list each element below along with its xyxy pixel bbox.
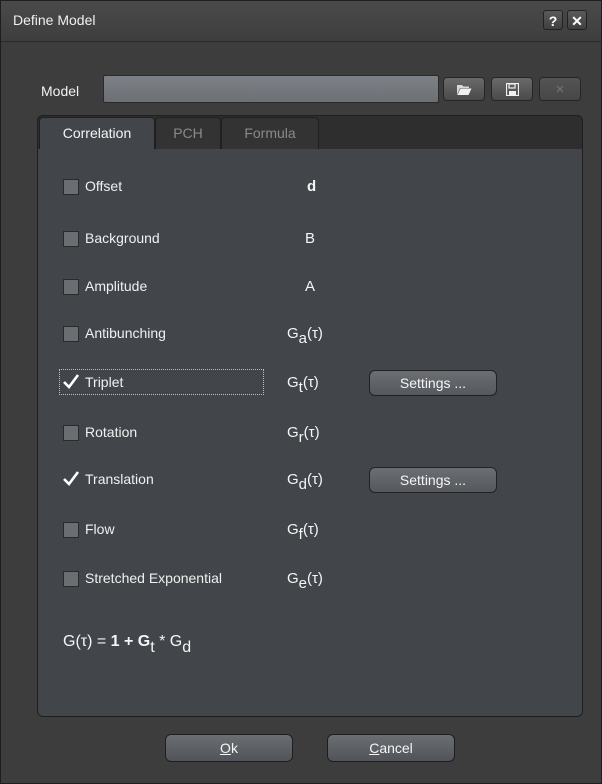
background-checkbox[interactable] [63,231,79,247]
component-row-rotation: Rotation Gr(τ) [63,421,363,446]
help-button[interactable]: ? [543,10,563,30]
translation-settings-button[interactable]: Settings ... [369,467,497,493]
tab-correlation[interactable]: Correlation [39,117,155,149]
component-row-offset: Offset d [63,175,363,199]
checkmark-icon [63,471,80,486]
close-button[interactable]: ✕ [567,10,587,30]
background-symbol: B [305,230,316,247]
stretched-exponential-checkbox[interactable] [63,571,79,587]
component-row-background: Background B [63,227,363,251]
translation-checkbox[interactable] [63,471,80,488]
model-formula: G(τ) = 1 + Gt * Gd [63,633,192,656]
component-row-stretched-exponential: Stretched Exponential Ge(τ) [63,567,363,592]
stretched-exponential-symbol: Ge(τ) [287,570,323,592]
offset-symbol: d [307,178,317,195]
rotation-label: Rotation [85,424,138,440]
triplet-checkbox[interactable] [63,374,80,391]
offset-checkbox[interactable] [63,179,79,195]
amplitude-label: Amplitude [85,278,148,294]
tab-formula[interactable]: Formula [221,117,319,149]
flow-symbol: Gf(τ) [287,521,319,543]
model-label: Model [41,83,80,99]
translation-label: Translation [85,471,154,487]
tab-pch[interactable]: PCH [155,117,221,149]
open-model-button[interactable] [443,77,485,101]
antibunching-symbol: Ga(τ) [287,325,323,347]
rotation-checkbox[interactable] [63,425,79,441]
save-model-button[interactable] [491,77,533,101]
component-row-flow: Flow Gf(τ) [63,518,363,543]
delete-model-button[interactable] [539,77,581,101]
amplitude-symbol: A [305,278,316,295]
checkmark-icon [63,374,80,389]
triplet-settings-button[interactable]: Settings ... [369,370,497,396]
rotation-symbol: Gr(τ) [287,424,320,446]
tab-panel [37,115,583,717]
flow-label: Flow [85,521,115,537]
background-label: Background [85,230,160,246]
antibunching-label: Antibunching [85,325,166,341]
flow-checkbox[interactable] [63,522,79,538]
amplitude-checkbox[interactable] [63,279,79,295]
ok-button[interactable]: Ok [165,734,293,762]
stretched-exponential-label: Stretched Exponential [85,570,222,586]
offset-label: Offset [85,178,123,194]
antibunching-checkbox[interactable] [63,326,79,342]
cancel-button[interactable]: Cancel [327,734,455,762]
triplet-symbol: Gt(τ) [287,374,319,396]
save-icon [505,82,519,96]
define-model-dialog: Define Model ? ✕ Model Correlation PCH F… [0,0,602,784]
model-name-input[interactable] [103,75,439,103]
component-row-amplitude: Amplitude A [63,275,363,299]
delete-icon [556,85,564,93]
translation-symbol: Gd(τ) [287,471,323,493]
folder-open-icon [457,84,472,95]
window-title: Define Model [13,12,96,28]
title-bar[interactable]: Define Model ? ✕ [1,1,601,42]
triplet-label: Triplet [85,374,124,390]
component-row-antibunching: Antibunching Ga(τ) [63,322,363,347]
